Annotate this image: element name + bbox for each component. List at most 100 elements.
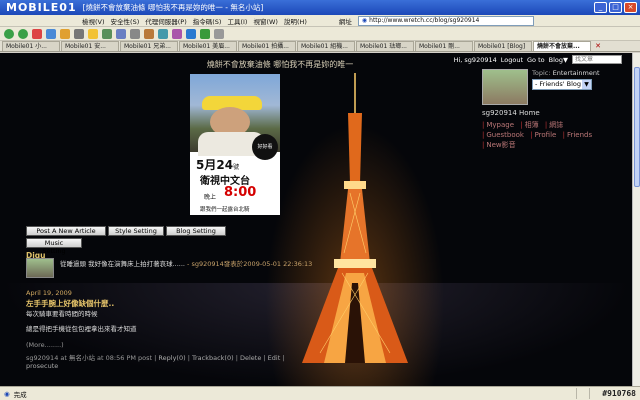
post-body-line: 總是得把手機從包包裡拿出來看才知道 xyxy=(26,325,137,333)
history-icon[interactable] xyxy=(102,28,112,39)
home-link[interactable]: sg920914 Home xyxy=(482,109,540,117)
status-cell xyxy=(589,388,598,399)
delete-link[interactable]: Delete xyxy=(240,354,261,362)
post-category[interactable]: prosecute xyxy=(26,362,58,370)
tab-item[interactable]: Mobile01 小... xyxy=(2,41,60,51)
banner-date-num: 5月24 xyxy=(196,158,234,172)
messenger-icon[interactable] xyxy=(158,28,168,39)
tab-item[interactable]: Mobile01 [Blog] xyxy=(474,41,532,51)
address-bar[interactable]: ◉ http://www.wretch.cc/blog/sg920914 xyxy=(357,15,534,26)
print-icon[interactable] xyxy=(130,28,140,39)
home-icon[interactable] xyxy=(60,28,70,39)
post-id-watermark: #910768 xyxy=(602,389,636,398)
vertical-scrollbar[interactable] xyxy=(632,53,640,386)
scrollbar-thumb[interactable] xyxy=(634,67,640,187)
topic-label: Topic: xyxy=(532,69,551,77)
banner-date: 5月24號 xyxy=(196,156,239,173)
link-mypage[interactable]: Mypage xyxy=(486,121,514,129)
tab-bar: Mobile01 小... Mobile01 安... Mobile01 兄弟.… xyxy=(0,41,640,52)
site-title: 燒餅不會放棄油條 哪怕我不再是妳的唯一 xyxy=(206,60,354,69)
back-icon[interactable] xyxy=(4,28,14,39)
link-new-video[interactable]: New影音 xyxy=(486,141,515,149)
window-titlebar: MOBILE01 [燒餅不會放棄油條 哪怕我不再是妳的唯一 - 無名小站] _ … xyxy=(0,0,640,15)
comment-avatar[interactable] xyxy=(26,258,54,278)
post-body-line: 每次騎車要看時間的時候 xyxy=(26,310,98,318)
search-icon[interactable] xyxy=(74,28,84,39)
plugin-icon[interactable] xyxy=(172,28,182,39)
profile-links: | Mypage | 相簿 | 網誌 | Guestbook | Profile | Fri… xyxy=(482,121,593,149)
banner-date-suffix: 號 xyxy=(233,164,240,171)
link-guestbook[interactable]: Guestbook xyxy=(486,131,524,139)
music-setting-button[interactable]: Music Setting xyxy=(26,238,82,255)
download-icon[interactable] xyxy=(200,28,210,39)
goto-label: Go to xyxy=(527,55,545,64)
post-meta: sg920914 at 無名小站 at 08:56 PM post | Repl… xyxy=(26,354,285,370)
trackback-link[interactable]: Trackback(0) xyxy=(192,354,234,362)
promo-banner[interactable]: 好好看 5月24號 衛視中文台 晚上 8:00 跟我們一起露台北騎 xyxy=(190,74,280,215)
banner-logo: 好好看 xyxy=(252,134,278,160)
tab-item[interactable]: Mobile01 安... xyxy=(61,41,119,51)
page-icon: ◉ xyxy=(361,16,368,24)
menu-tools[interactable]: 工具(I) xyxy=(227,16,247,26)
status-text: 完成 xyxy=(13,390,27,399)
post-meta-prefix: sg920914 at 無名小站 at 08:56 PM post xyxy=(26,354,153,362)
mail-icon[interactable] xyxy=(116,28,126,39)
link-friends[interactable]: Friends xyxy=(567,131,592,139)
comment-body: 從睡過頭 我好像在演舞床上拍打著哀球...... xyxy=(60,260,185,268)
more-link[interactable]: (More........) xyxy=(26,341,64,349)
friends-blog-select[interactable]: - Friends' Blog - ▼ xyxy=(532,79,592,90)
stop-icon[interactable] xyxy=(32,28,42,39)
forward-icon[interactable] xyxy=(18,28,28,39)
status-globe-icon: ◉ xyxy=(4,389,10,398)
menu-proxy[interactable]: 代理伺服器(P) xyxy=(145,16,187,26)
edit-link[interactable]: Edit xyxy=(268,354,281,362)
zoom-icon[interactable] xyxy=(186,28,196,39)
maximize-button[interactable]: □ xyxy=(609,2,622,13)
menu-security[interactable]: 安全性(S) xyxy=(111,16,140,26)
toolbar xyxy=(0,27,640,41)
tab-item[interactable]: Mobile01 兄弟... xyxy=(120,41,178,51)
menu-help[interactable]: 說明(H) xyxy=(284,16,307,26)
tab-item[interactable]: Mobile01 組機... xyxy=(297,41,355,51)
address-value: http://www.wretch.cc/blog/sg920914 xyxy=(369,16,480,24)
favorites-icon[interactable] xyxy=(88,28,98,39)
avatar[interactable] xyxy=(482,69,528,105)
tab-item[interactable]: Mobile01 剛... xyxy=(415,41,473,51)
banner-evening: 晚上 xyxy=(204,194,217,201)
tab-item[interactable]: Mobile01 拍攝... xyxy=(238,41,296,51)
post-article-button[interactable]: Post A New Article xyxy=(26,226,106,236)
mobile01-watermark: MOBILE01 xyxy=(6,1,77,14)
close-tab-icon[interactable]: ✕ xyxy=(592,41,604,51)
comment-author[interactable]: - sg920914發表於2009-05-01 22:36:13 xyxy=(187,260,312,268)
tab-item-active[interactable]: 燒餅不會放棄... xyxy=(533,41,591,51)
refresh-icon[interactable] xyxy=(46,28,56,39)
banner-slogan: 跟我們一起露台北騎 xyxy=(200,207,250,213)
menu-script[interactable]: 指令碼(S) xyxy=(193,16,222,26)
menu-view[interactable]: 檢視(V) xyxy=(82,16,105,26)
search-input[interactable] xyxy=(572,55,622,64)
style-setting-button[interactable]: Style Setting xyxy=(108,226,164,236)
link-blog[interactable]: 網誌 xyxy=(549,121,563,129)
menu-window[interactable]: 視窗(W) xyxy=(253,16,278,26)
menubar: 檢視(V) 安全性(S) 代理伺服器(P) 指令碼(S) 工具(I) 視窗(W)… xyxy=(0,15,640,27)
banner-time: 8:00 xyxy=(224,185,257,200)
link-album[interactable]: 相簿 xyxy=(525,121,539,129)
topic: Topic: Entertainment xyxy=(532,69,600,77)
blog-dropdown[interactable]: Blog▼ xyxy=(549,56,568,64)
page-viewport: 燒餅不會放棄油條 哪怕我不再是妳的唯一 Hi, sg920914 Logout … xyxy=(0,53,632,386)
minimize-button[interactable]: _ xyxy=(594,2,607,13)
blog-admin-buttons: Post A New Article Style Setting Blog Se… xyxy=(26,226,226,255)
logout-link[interactable]: Logout xyxy=(501,56,523,64)
tab-item[interactable]: Mobile01 美眉... xyxy=(179,41,237,51)
settings-icon[interactable] xyxy=(214,28,224,39)
window-title: [燒餅不會放棄油條 哪怕我不再是妳的唯一 - 無名小站] xyxy=(82,3,264,12)
edit-icon[interactable] xyxy=(144,28,154,39)
link-profile[interactable]: Profile xyxy=(535,131,557,139)
tab-item[interactable]: Mobile01 琺瑯... xyxy=(356,41,414,51)
close-button[interactable]: × xyxy=(624,2,637,13)
reply-link[interactable]: Reply(0) xyxy=(158,354,185,362)
user-bar: Hi, sg920914 Logout Go to Blog▼ xyxy=(454,55,622,64)
chevron-down-icon: ▼ xyxy=(582,80,591,89)
blog-setting-button[interactable]: Blog Setting xyxy=(166,226,226,236)
tokyo-tower-image xyxy=(302,73,408,363)
